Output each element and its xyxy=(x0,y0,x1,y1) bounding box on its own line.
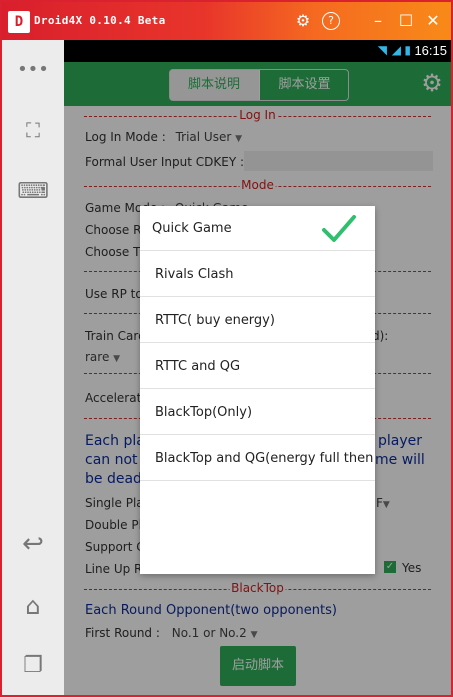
title-bar: D Droid4X 0.10.4 Beta ⚙ ? – ☐ ✕ xyxy=(2,2,451,40)
option-blacktop-only[interactable]: BlackTop(Only) xyxy=(140,390,375,435)
more-dots-icon[interactable]: ••• xyxy=(15,52,51,88)
fullscreen-icon[interactable]: ⛶ xyxy=(15,112,51,148)
droid4x-logo: D xyxy=(8,11,30,33)
option-quick-game[interactable]: Quick Game xyxy=(140,206,375,251)
checkmark-icon xyxy=(322,215,356,242)
android-status-bar: ◥ ◢ ▮ 16:15 xyxy=(64,40,451,62)
battery-icon: ▮ xyxy=(404,43,411,57)
home-icon[interactable]: ⌂ xyxy=(15,588,51,624)
option-label: BlackTop(Only) xyxy=(155,405,253,420)
close-icon[interactable]: ✕ xyxy=(423,11,443,31)
help-icon[interactable]: ? xyxy=(322,12,340,30)
status-time: 16:15 xyxy=(414,43,447,58)
option-rttc-and-qg[interactable]: RTTC and QG xyxy=(140,344,375,389)
option-label: RTTC( buy energy) xyxy=(155,313,275,328)
signal-icon: ◢ xyxy=(391,43,401,57)
option-label: BlackTop and QG(energy full then xyxy=(155,451,374,466)
emulator-window: D Droid4X 0.10.4 Beta ⚙ ? – ☐ ✕ ••• ⛶ ⌨ … xyxy=(0,0,453,697)
wifi-icon: ◥ xyxy=(377,43,387,57)
back-icon[interactable]: ↩ xyxy=(15,526,51,562)
option-label: RTTC and QG xyxy=(155,359,241,374)
maximize-icon[interactable]: ☐ xyxy=(396,11,416,31)
option-blacktop-and-qg[interactable]: BlackTop and QG(energy full then xyxy=(140,436,375,481)
settings-gear-icon[interactable]: ⚙ xyxy=(293,11,313,31)
window-title: Droid4X 0.10.4 Beta xyxy=(34,14,166,27)
option-label: Rivals Clash xyxy=(155,267,234,282)
minimize-icon[interactable]: – xyxy=(368,11,388,31)
game-mode-dialog: Quick Game Rivals Clash RTTC( buy energy… xyxy=(140,206,375,574)
recent-apps-icon[interactable]: ❐ xyxy=(15,648,51,684)
keyboard-icon[interactable]: ⌨ xyxy=(15,174,51,210)
emulator-sidebar: ••• ⛶ ⌨ ↩ ⌂ ❐ xyxy=(2,40,64,695)
option-rttc-buy-energy[interactable]: RTTC( buy energy) xyxy=(140,298,375,343)
option-rivals-clash[interactable]: Rivals Clash xyxy=(140,252,375,297)
option-label: Quick Game xyxy=(152,221,232,236)
